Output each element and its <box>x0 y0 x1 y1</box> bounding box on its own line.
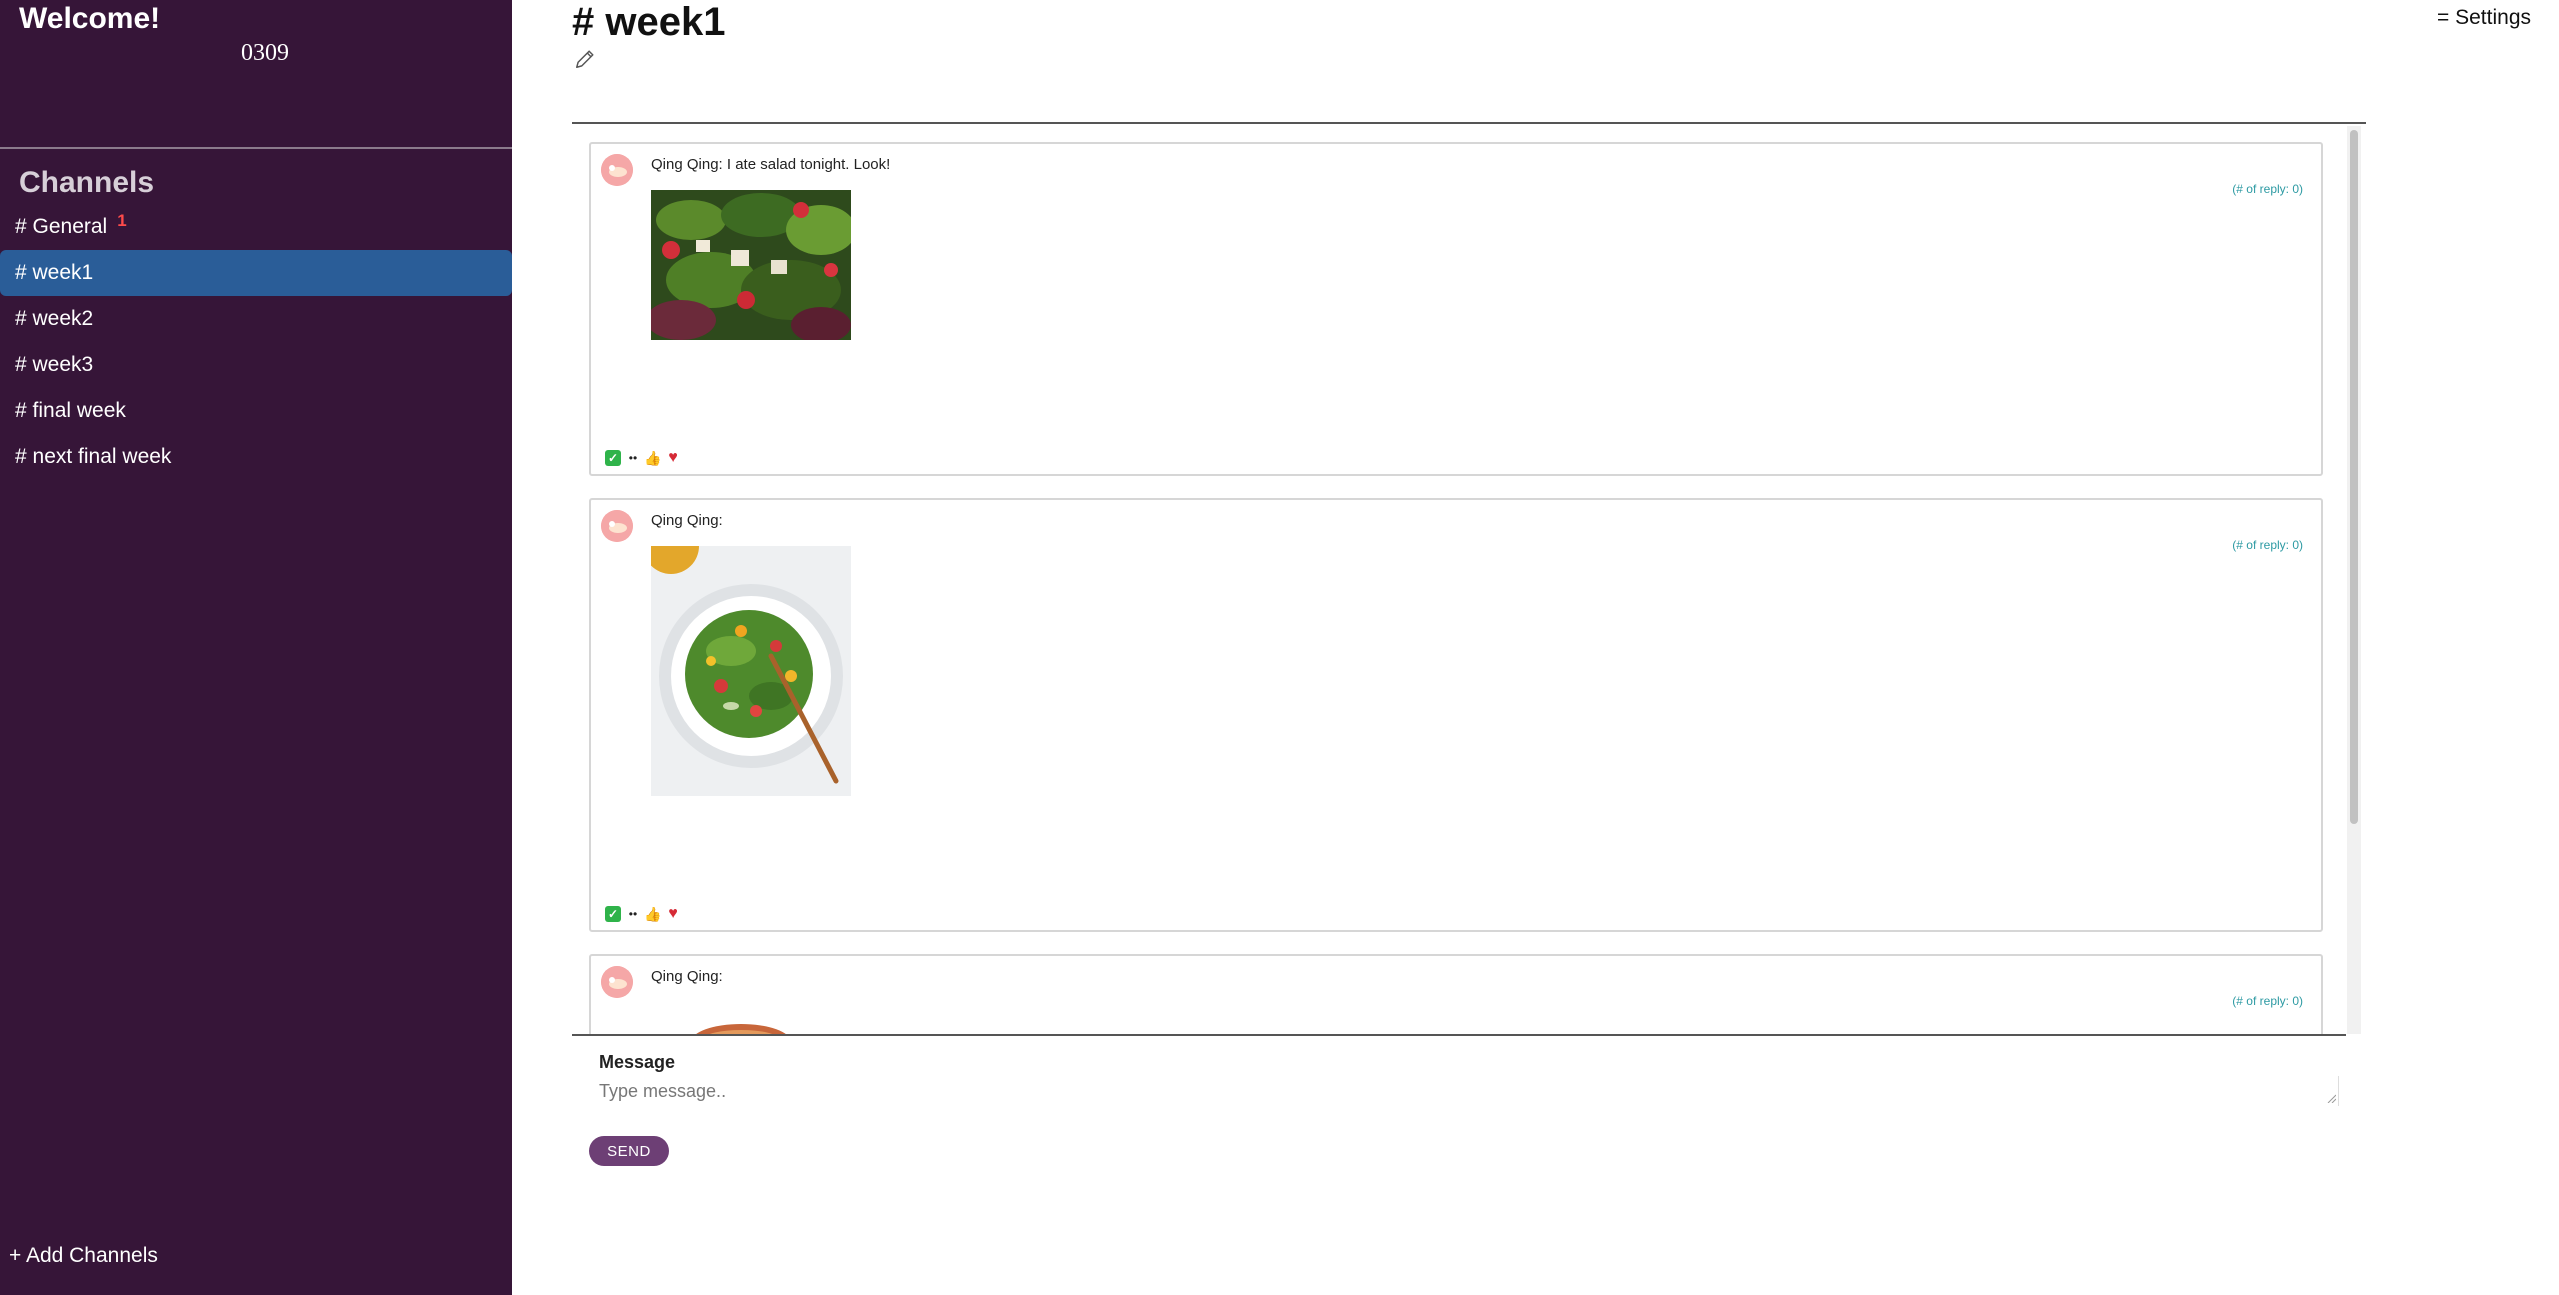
channel-item-next-final-week[interactable]: # next final week <box>0 434 512 480</box>
message-text: Qing Qing: <box>651 968 723 985</box>
channel-label: # General <box>15 215 108 238</box>
heart-icon[interactable]: ♥ <box>665 905 681 922</box>
reply-count-link[interactable]: (# of reply: 0) <box>2232 994 2303 1008</box>
food-photo[interactable] <box>651 1002 851 1034</box>
message-input[interactable] <box>599 1076 2339 1106</box>
reaction-bar: ✓ •• 👍 ♥ <box>605 905 681 922</box>
sidebar: Welcome! 0309 Channels # General 1 # week… <box>0 0 512 1295</box>
unread-badge: 1 <box>117 211 127 230</box>
message-card: Qing Qing: (# of reply: 0) <box>589 954 2323 1034</box>
message-card: Qing Qing: I ate salad tonight. Look! (#… <box>589 142 2323 476</box>
reaction-bar: ✓ •• 👍 ♥ <box>605 449 681 466</box>
channel-label: # week2 <box>15 307 94 330</box>
channels-heading: Channels <box>19 166 155 199</box>
reply-count-link[interactable]: (# of reply: 0) <box>2232 182 2303 196</box>
reply-count-link[interactable]: (# of reply: 0) <box>2232 538 2303 552</box>
add-channels-button[interactable]: + Add Channels <box>9 1244 158 1268</box>
thumbs-up-icon[interactable]: 👍 <box>644 450 661 466</box>
avatar <box>601 154 633 186</box>
scrollbar-thumb[interactable] <box>2350 130 2358 824</box>
welcome-heading: Welcome! <box>19 2 161 35</box>
avatar <box>601 966 633 998</box>
channel-item-week2[interactable]: # week2 <box>0 296 512 342</box>
heart-icon[interactable]: ♥ <box>665 449 681 466</box>
message-label: Message <box>599 1052 676 1072</box>
channel-item-general[interactable]: # General 1 <box>0 204 512 250</box>
channel-label: # week3 <box>15 353 94 376</box>
message-text: Qing Qing: <box>651 512 723 529</box>
channel-label: # next final week <box>15 445 172 468</box>
message-card: Qing Qing: (# of reply: 0) <box>589 498 2323 932</box>
pencil-icon[interactable] <box>574 48 596 70</box>
channel-title: # week1 <box>572 0 726 44</box>
message-list[interactable]: Qing Qing: I ate salad tonight. Look! (#… <box>572 124 2366 1034</box>
channel-item-week3[interactable]: # week3 <box>0 342 512 388</box>
channel-item-final-week[interactable]: # final week <box>0 388 512 434</box>
message-scrollbar[interactable] <box>2347 126 2361 1034</box>
salad-photo[interactable] <box>651 190 851 340</box>
sidebar-divider <box>0 147 512 149</box>
channel-label: # week1 <box>15 261 94 284</box>
user-id: 0309 <box>241 40 289 66</box>
thumbs-up-icon[interactable]: 👍 <box>644 906 661 922</box>
channel-list: # General 1 # week1 # week2 # week3 # fin… <box>0 204 512 480</box>
composer-divider <box>572 1034 2346 1036</box>
settings-button[interactable]: = Settings <box>2437 6 2531 30</box>
eyes-icon[interactable]: •• <box>625 450 641 466</box>
salad-photo[interactable] <box>651 546 851 796</box>
check-icon[interactable]: ✓ <box>605 906 621 922</box>
eyes-icon[interactable]: •• <box>625 906 641 922</box>
channel-label: # final week <box>15 399 126 422</box>
resize-handle-icon[interactable] <box>2326 1093 2336 1103</box>
channel-item-week1[interactable]: # week1 <box>0 250 512 296</box>
send-button[interactable]: SEND <box>589 1136 669 1166</box>
check-icon[interactable]: ✓ <box>605 450 621 466</box>
message-text: Qing Qing: I ate salad tonight. Look! <box>651 156 891 173</box>
avatar <box>601 510 633 542</box>
